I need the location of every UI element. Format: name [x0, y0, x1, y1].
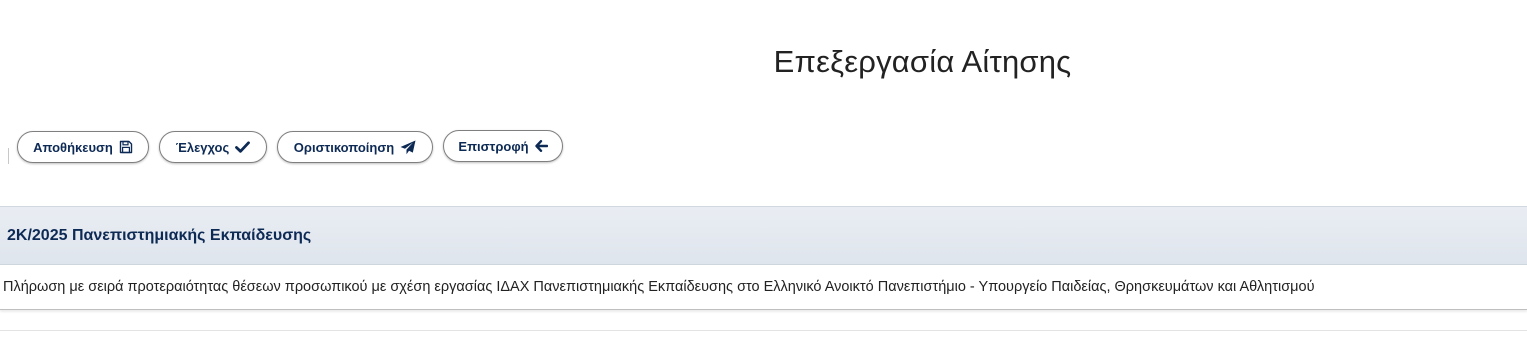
check-button[interactable]: Έλεγχος: [159, 131, 267, 163]
action-toolbar: Αποθήκευση Έλεγχος Οριστικοποίηση Επιστρ…: [0, 130, 563, 167]
floppy-disk-icon: [119, 140, 133, 154]
finalize-button-label: Οριστικοποίηση: [293, 139, 395, 155]
toolbar-divider: [8, 148, 9, 164]
checkmark-icon: [235, 141, 251, 153]
arrow-left-icon: [534, 140, 548, 152]
application-description: Πλήρωση με σειρά προτεραιότητας θέσεων π…: [3, 279, 1315, 295]
back-button[interactable]: Επιστροφή: [443, 130, 563, 162]
save-button[interactable]: Αποθήκευση: [17, 131, 149, 163]
application-panel-body: Πλήρωση με σειρά προτεραιότητας θέσεων π…: [0, 265, 1527, 310]
finalize-button[interactable]: Οριστικοποίηση: [277, 131, 433, 163]
section-divider: [0, 330, 1527, 331]
check-button-label: Έλεγχος: [175, 139, 230, 155]
page-title: Επεξεργασία Αίτησης: [773, 44, 1072, 79]
save-button-label: Αποθήκευση: [33, 139, 113, 155]
application-panel-header: 2Κ/2025 Πανεπιστημιακής Εκπαίδευσης: [0, 206, 1527, 265]
back-button-label: Επιστροφή: [458, 138, 529, 154]
paper-plane-icon: [400, 140, 416, 155]
edit-application-page: Επεξεργασία Αίτησης Αποθήκευση Έλεγχος Ο…: [0, 0, 1527, 341]
application-panel-title: 2Κ/2025 Πανεπιστημιακής Εκπαίδευσης: [7, 227, 312, 244]
